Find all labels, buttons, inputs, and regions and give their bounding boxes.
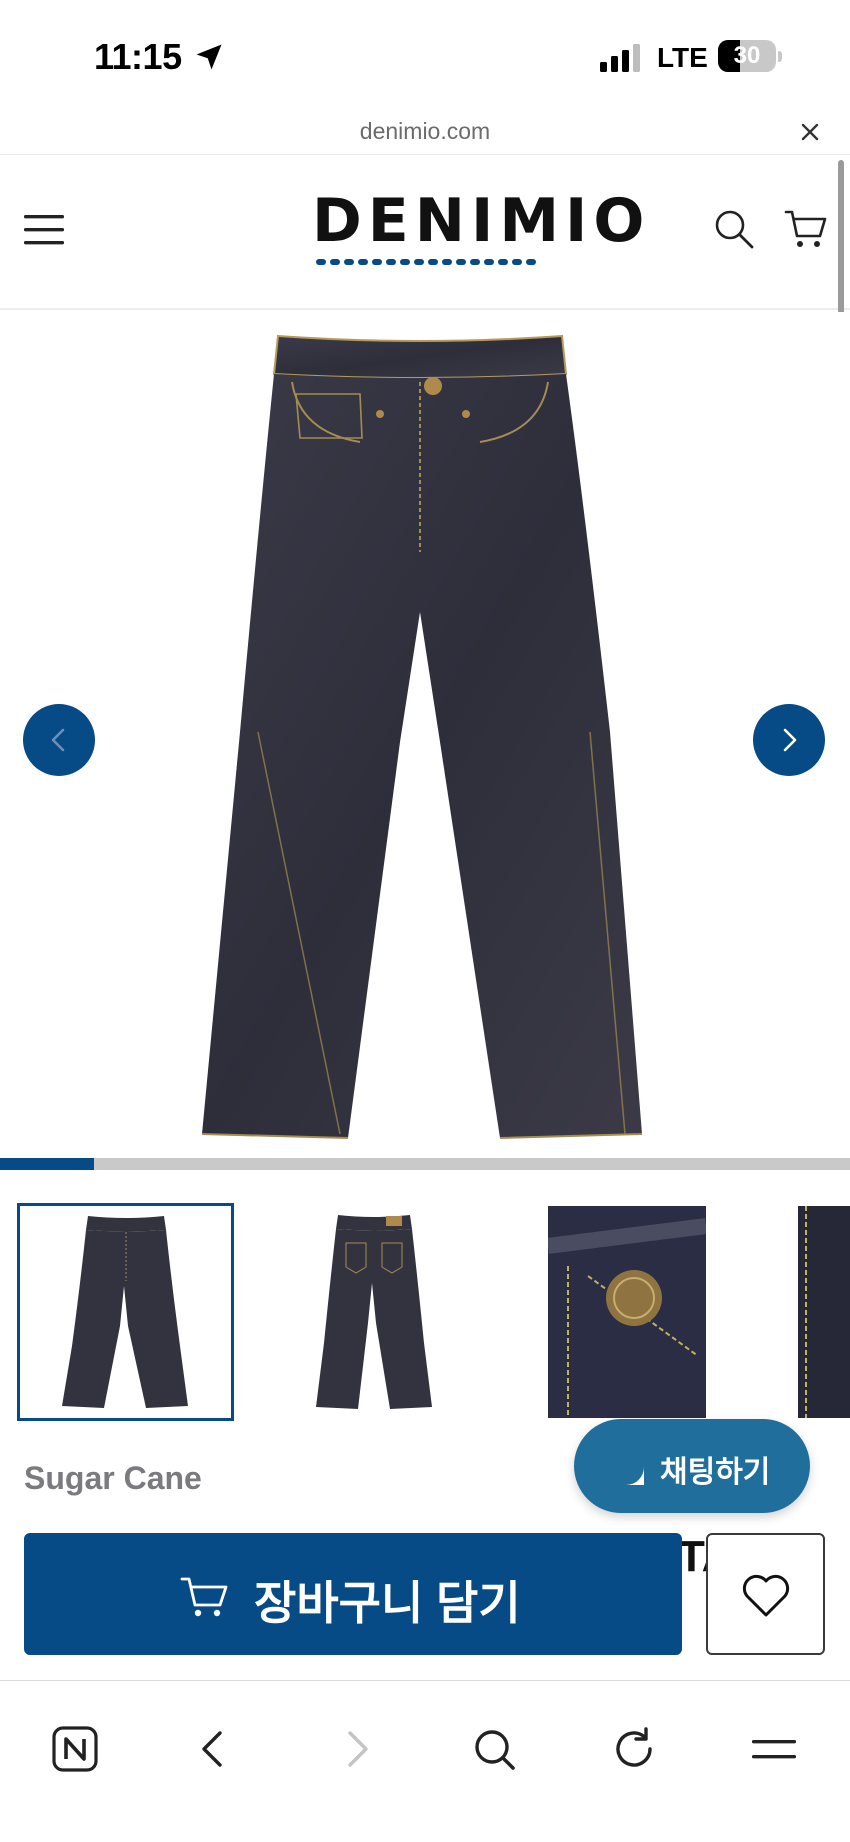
gallery-progress-fill bbox=[0, 1158, 94, 1170]
thumbnail-image-button bbox=[546, 1206, 708, 1418]
thumbnail-image-back bbox=[316, 1215, 432, 1409]
heart-icon bbox=[742, 1574, 790, 1617]
thumbnail-jeans-detail[interactable] bbox=[798, 1206, 850, 1418]
product-image-jeans-front bbox=[201, 334, 643, 1139]
wishlist-button[interactable] bbox=[706, 1533, 825, 1655]
thumbnail-image-front bbox=[62, 1216, 188, 1408]
chat-bubble-icon bbox=[608, 1449, 644, 1485]
add-to-cart-button[interactable]: 장바구니 담기 bbox=[24, 1533, 682, 1655]
thumbnail-jeans-back[interactable] bbox=[262, 1203, 479, 1421]
close-icon[interactable] bbox=[796, 118, 824, 146]
forward-icon[interactable] bbox=[332, 1725, 380, 1773]
reload-icon[interactable] bbox=[610, 1725, 658, 1773]
browser-toolbar bbox=[0, 1680, 850, 1842]
gallery-next-button[interactable] bbox=[753, 704, 825, 776]
logo-underline-dots bbox=[316, 259, 536, 265]
menu-icon[interactable] bbox=[750, 1725, 798, 1773]
signal-icon bbox=[600, 44, 640, 72]
thumbnail-jeans-front[interactable] bbox=[17, 1203, 234, 1421]
status-bar: 11:15 LTE 30 bbox=[0, 0, 850, 110]
location-arrow-icon bbox=[196, 44, 222, 70]
gallery-prev-button[interactable] bbox=[23, 704, 95, 776]
hamburger-menu-icon[interactable] bbox=[24, 212, 64, 248]
product-brand[interactable]: Sugar Cane bbox=[24, 1460, 202, 1497]
cart-icon[interactable] bbox=[784, 208, 828, 250]
logo-text: DENIMIO bbox=[312, 186, 651, 256]
search-icon[interactable] bbox=[713, 208, 755, 250]
site-logo[interactable]: DENIMIO bbox=[312, 186, 651, 276]
chat-button-label: 채팅하기 bbox=[660, 1456, 771, 1489]
battery-level: 30 bbox=[733, 42, 761, 69]
thumbnail-image-detail bbox=[798, 1206, 850, 1418]
url-bar[interactable]: denimio.com bbox=[0, 110, 850, 155]
add-to-cart-label: 장바구니 담기 bbox=[254, 1577, 521, 1629]
chevron-left-icon bbox=[51, 728, 65, 752]
product-image-gallery[interactable] bbox=[0, 312, 850, 1154]
cart-icon bbox=[180, 1577, 228, 1617]
url-domain[interactable]: denimio.com bbox=[0, 118, 850, 145]
thumbnail-button-closeup[interactable] bbox=[546, 1206, 708, 1418]
back-icon[interactable] bbox=[190, 1725, 238, 1773]
chat-button[interactable]: 채팅하기 bbox=[574, 1419, 810, 1513]
gallery-progress-bar bbox=[0, 1158, 850, 1170]
battery-cap bbox=[778, 51, 782, 62]
site-header: DENIMIO bbox=[0, 156, 850, 310]
battery-icon: 30 bbox=[718, 40, 776, 72]
network-type: LTE bbox=[657, 42, 708, 73]
search-icon[interactable] bbox=[470, 1725, 518, 1773]
thumbnail-strip[interactable] bbox=[0, 1203, 850, 1423]
chevron-right-icon bbox=[783, 728, 797, 752]
naver-n-icon[interactable] bbox=[51, 1725, 99, 1773]
status-time: 11:15 bbox=[94, 36, 182, 77]
